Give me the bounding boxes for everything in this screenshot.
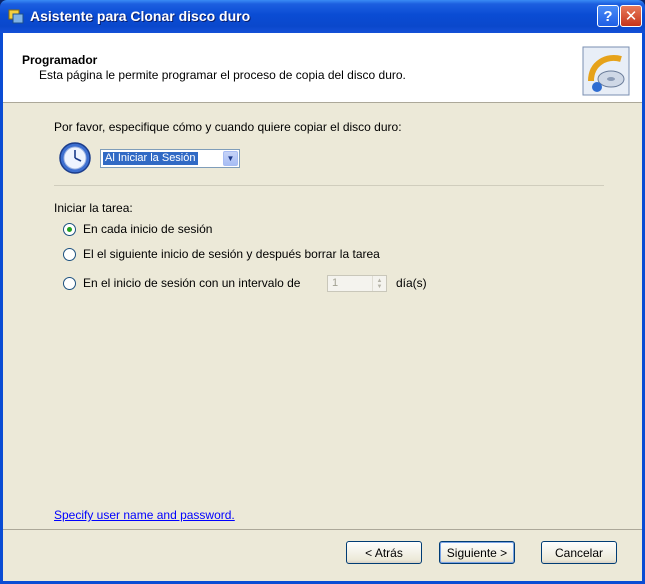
page-title: Programador — [22, 53, 98, 67]
schedule-prompt: Por favor, especifique cómo y cuando qui… — [54, 120, 402, 134]
wizard-window: Asistente para Clonar disco duro ? ✕ Pro… — [0, 0, 645, 584]
radio-login-interval[interactable]: En el inicio de sesión con un intervalo … — [63, 275, 533, 292]
close-button[interactable]: ✕ — [620, 5, 642, 27]
interval-stepper[interactable]: 1 ▲ ▼ — [327, 275, 387, 292]
wizard-header: Programador Esta página le permite progr… — [3, 33, 642, 103]
task-label: Iniciar la tarea: — [54, 201, 133, 215]
disk-copy-icon — [582, 46, 630, 96]
radio-label: En el inicio de sesión con un intervalo … — [83, 276, 301, 290]
footer-divider — [3, 529, 642, 530]
radio-label: En cada inicio de sesión — [83, 222, 213, 236]
wizard-icon — [8, 9, 24, 24]
radio-each-login[interactable]: En cada inicio de sesión — [63, 221, 212, 237]
next-button[interactable]: Siguiente > — [439, 541, 515, 564]
help-button[interactable]: ? — [597, 5, 619, 27]
page-subtitle: Esta página le permite programar el proc… — [39, 68, 406, 82]
radio-label: El el siguiente inicio de sesión y despu… — [83, 247, 380, 261]
stepper-arrows-icon[interactable]: ▲ ▼ — [372, 276, 386, 291]
schedule-select-value: Al Iniciar la Sesión — [103, 152, 198, 165]
window-title: Asistente para Clonar disco duro — [30, 8, 251, 24]
wizard-body: Programador Esta página le permite progr… — [0, 33, 645, 584]
section-divider — [54, 185, 604, 186]
interval-value: 1 — [332, 277, 339, 289]
radio-button[interactable] — [63, 276, 76, 290]
interval-unit: día(s) — [396, 276, 427, 290]
schedule-select[interactable]: Al Iniciar la Sesión ▼ — [100, 149, 240, 168]
radio-button[interactable] — [63, 222, 76, 236]
radio-button[interactable] — [63, 247, 76, 261]
chevron-down-icon[interactable]: ▼ — [223, 151, 238, 166]
user-credentials-link[interactable]: Specify user name and password. — [54, 508, 235, 522]
radio-next-login-delete[interactable]: El el siguiente inicio de sesión y despu… — [63, 246, 380, 262]
cancel-button[interactable]: Cancelar — [541, 541, 617, 564]
clock-icon — [59, 142, 91, 174]
back-button[interactable]: < Atrás — [346, 541, 422, 564]
title-bar[interactable]: Asistente para Clonar disco duro ? ✕ — [0, 0, 645, 33]
